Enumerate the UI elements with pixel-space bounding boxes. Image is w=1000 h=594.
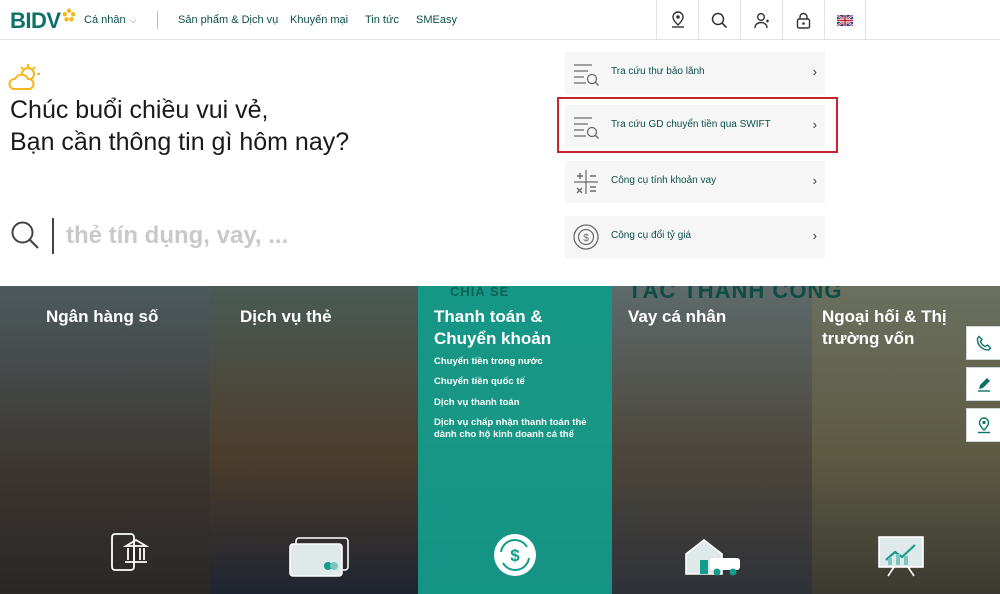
chevron-right-icon: ›: [812, 173, 817, 188]
background-sign-text-left: CHIA SẺ: [450, 286, 510, 299]
feedback-button[interactable]: [966, 367, 1000, 401]
panel-title: Dịch vụ thẻ: [240, 307, 332, 326]
divider: [157, 11, 158, 29]
chevron-down-icon: ⌵: [129, 15, 137, 25]
quick-link-loan-calculator[interactable]: Công cụ tính khoản vay ›: [565, 161, 825, 203]
quick-link-guarantee-lookup[interactable]: Tra cứu thư bảo lãnh ›: [565, 52, 825, 94]
svg-text:$: $: [583, 233, 589, 244]
submenu-payment-services[interactable]: Dịch vụ thanh toán: [434, 397, 604, 409]
panel-card-services[interactable]: Dịch vụ thẻ: [210, 286, 420, 594]
panel-payment-transfer[interactable]: Thanh toán & Chuyển khoản Chuyển tiền tr…: [418, 286, 612, 594]
panel-digital-banking[interactable]: Ngân hàng số: [0, 286, 210, 594]
location-button[interactable]: [966, 408, 1000, 442]
user-icon: [754, 12, 769, 28]
nav-promotions[interactable]: Khuyến mại: [290, 14, 348, 26]
chevron-right-icon: ›: [812, 228, 817, 243]
submenu-domestic-transfer[interactable]: Chuyển tiền trong nước: [434, 356, 604, 368]
account-button[interactable]: [740, 0, 782, 40]
nav-smeasy[interactable]: SMEasy: [416, 14, 457, 26]
house-car-icon: [685, 538, 740, 576]
nav-products-services[interactable]: Sản phẩm & Dịch vụ: [178, 14, 278, 26]
mobile-bank-icon: [111, 533, 150, 571]
panel-title: Vay cá nhân: [628, 307, 727, 326]
quick-link-label: Công cụ tính khoản vay: [611, 175, 717, 186]
services-banner: Ngân hàng số Dịch vụ thẻ Thanh toán & Ch…: [0, 286, 1000, 594]
bidv-logo[interactable]: BIDV: [10, 8, 76, 34]
chart-board-icon: [878, 536, 924, 577]
greeting-line-2: Bạn cần thông tin gì hôm nay?: [10, 128, 350, 156]
search-button[interactable]: [698, 0, 740, 40]
search-input[interactable]: thẻ tín dụng, vay, ...: [66, 222, 288, 250]
quick-link-label: Tra cứu thư bảo lãnh: [611, 66, 705, 77]
weather-cloud-sun-icon: [8, 64, 40, 90]
submenu-international-transfer[interactable]: Chuyển tiền quốc tế: [434, 376, 604, 388]
uk-flag-icon: [837, 14, 853, 26]
segment-selector[interactable]: Cá nhân ⌵: [84, 14, 136, 26]
phone-icon: [976, 335, 991, 351]
submenu-card-acceptance[interactable]: Dịch vụ chấp nhận thanh toán thẻ dành ch…: [434, 417, 604, 441]
svg-text:$: $: [510, 546, 520, 565]
search-icon[interactable]: [10, 220, 40, 250]
panel-personal-loan[interactable]: Vay cá nhân: [612, 286, 812, 594]
quick-link-exchange-rate[interactable]: $ Công cụ đổi tỷ giá ›: [565, 216, 825, 258]
branch-locator-button[interactable]: [656, 0, 698, 40]
search-caret: [52, 218, 54, 254]
money-transfer-icon: $: [494, 534, 536, 576]
location-icon: [977, 416, 990, 433]
top-navbar: BIDV Cá nhân ⌵ Sản phẩm & Dịch vụ Khuyến …: [0, 0, 1000, 40]
logo-star-icon: [62, 8, 76, 22]
edit-icon: [977, 378, 990, 392]
chevron-right-icon: ›: [812, 64, 817, 79]
call-button[interactable]: [966, 326, 1000, 360]
highlight-box: [557, 97, 838, 153]
greeting-line-1: Chúc buổi chiều vui vẻ,: [10, 96, 269, 124]
search-icon: [711, 12, 728, 28]
map-pin-icon: [671, 11, 684, 28]
greeting-heading: Chúc buổi chiều vui vẻ, Bạn cần thông ti…: [10, 94, 349, 158]
currency-exchange-icon: $: [573, 224, 599, 250]
panel-title: Ngân hàng số: [46, 307, 159, 326]
lock-icon: [796, 12, 811, 29]
login-button[interactable]: [782, 0, 824, 40]
nav-news[interactable]: Tin tức: [365, 14, 399, 26]
calculator-icon: [574, 170, 598, 194]
document-search-icon: [574, 64, 599, 86]
card-icon: [289, 537, 349, 577]
quick-link-label: Công cụ đổi tỷ giá: [611, 230, 692, 241]
background-sign-text: TÁC THÀNH CÔNG: [628, 286, 843, 303]
panel-title: Thanh toán & Chuyển khoản: [434, 307, 552, 348]
language-switch-button[interactable]: [824, 0, 866, 40]
